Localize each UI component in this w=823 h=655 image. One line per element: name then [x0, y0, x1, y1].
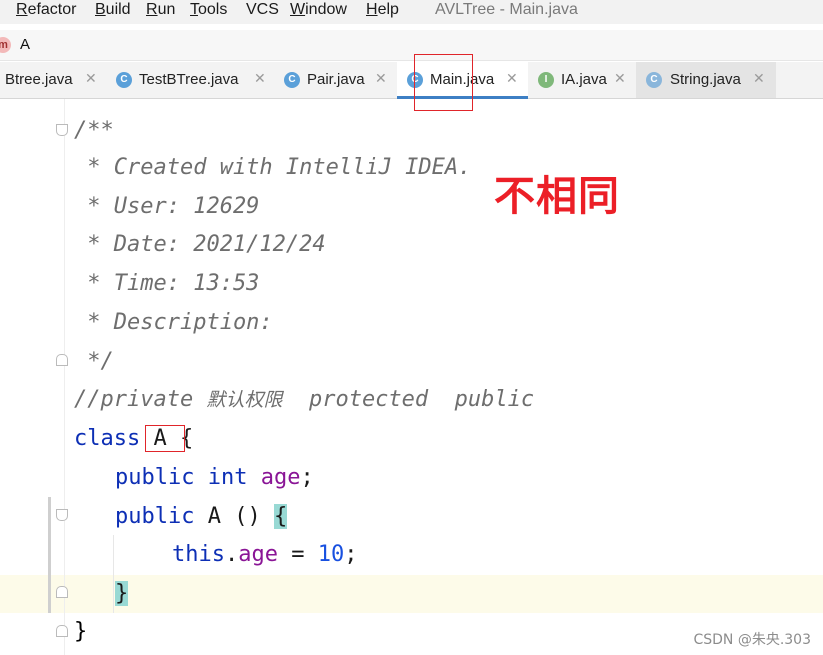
- change-marker: [48, 497, 51, 613]
- code-line: * Description:: [74, 310, 273, 335]
- menu-tools[interactable]: Tools: [190, 1, 227, 19]
- close-icon[interactable]: ✕: [85, 70, 97, 87]
- menu-bar: Refactor Build Run Tools VCS Window Help…: [0, 0, 823, 24]
- tab-ia[interactable]: I IA.java ✕: [528, 62, 636, 98]
- fold-icon[interactable]: [56, 124, 68, 136]
- menu-help[interactable]: Help: [366, 1, 399, 19]
- code-line: * Time: 13:53: [74, 271, 260, 296]
- menu-build[interactable]: Build: [95, 1, 131, 19]
- code-line: * Created with IntelliJ IDEA.: [74, 155, 472, 180]
- close-icon[interactable]: ✕: [506, 70, 518, 87]
- fold-icon[interactable]: [56, 509, 68, 521]
- close-icon[interactable]: ✕: [375, 70, 387, 87]
- class-file-icon: C: [284, 72, 300, 88]
- close-icon[interactable]: ✕: [753, 70, 765, 87]
- tab-testbtree[interactable]: C TestBTree.java ✕: [108, 62, 276, 98]
- class-file-icon: C: [116, 72, 132, 88]
- code-line: public int age;: [115, 465, 314, 490]
- menu-vcs[interactable]: VCS: [246, 1, 279, 19]
- matched-brace: }: [115, 581, 129, 606]
- gutter-separator: [64, 99, 65, 655]
- code-line: /**: [74, 118, 114, 143]
- tab-label: IA.java: [561, 71, 607, 88]
- tab-label: Pair.java: [307, 71, 365, 88]
- method-icon: m: [0, 37, 11, 53]
- code-line: }: [115, 579, 129, 609]
- interface-file-icon: I: [538, 72, 554, 88]
- tab-string[interactable]: C String.java ✕: [636, 62, 776, 98]
- tab-pair[interactable]: C Pair.java ✕: [276, 62, 397, 98]
- menu-window[interactable]: Window: [290, 1, 347, 19]
- close-icon[interactable]: ✕: [614, 70, 626, 87]
- annotation-text: 不相同: [494, 172, 620, 220]
- editor-tab-bar: Btree.java ✕ C TestBTree.java ✕ C Pair.j…: [0, 62, 823, 99]
- window-title: AVLTree - Main.java: [435, 1, 578, 18]
- code-line: public A () {: [115, 504, 288, 529]
- breadcrumb-class[interactable]: A: [20, 36, 30, 53]
- indent-guide: [113, 535, 114, 613]
- matched-brace: {: [273, 504, 288, 529]
- watermark: CSDN @朱央.303: [693, 632, 811, 648]
- fold-icon[interactable]: [56, 586, 68, 598]
- code-line: * Date: 2021/12/24: [74, 232, 326, 257]
- code-line: //private 默认权限 protected public: [74, 387, 535, 412]
- menu-refactor[interactable]: Refactor: [16, 1, 76, 19]
- close-icon[interactable]: ✕: [254, 70, 266, 87]
- code-line: this.age = 10;: [172, 542, 358, 567]
- menu-run[interactable]: Run: [146, 1, 175, 19]
- code-line: * User: 12629: [74, 194, 260, 219]
- class-name-highlight-box: [145, 425, 185, 452]
- code-line: */: [74, 349, 114, 374]
- tab-label: String.java: [670, 71, 741, 88]
- tab-btree[interactable]: Btree.java ✕: [0, 62, 108, 98]
- fold-icon[interactable]: [56, 354, 68, 366]
- fold-icon[interactable]: [56, 625, 68, 637]
- tab-label: TestBTree.java: [139, 71, 239, 88]
- class-file-icon: C: [646, 72, 662, 88]
- tab-label: Btree.java: [5, 71, 73, 88]
- code-editor[interactable]: /** * Created with IntelliJ IDEA. * User…: [0, 99, 823, 655]
- code-line: }: [74, 619, 88, 644]
- navigation-bar: m A: [0, 30, 823, 61]
